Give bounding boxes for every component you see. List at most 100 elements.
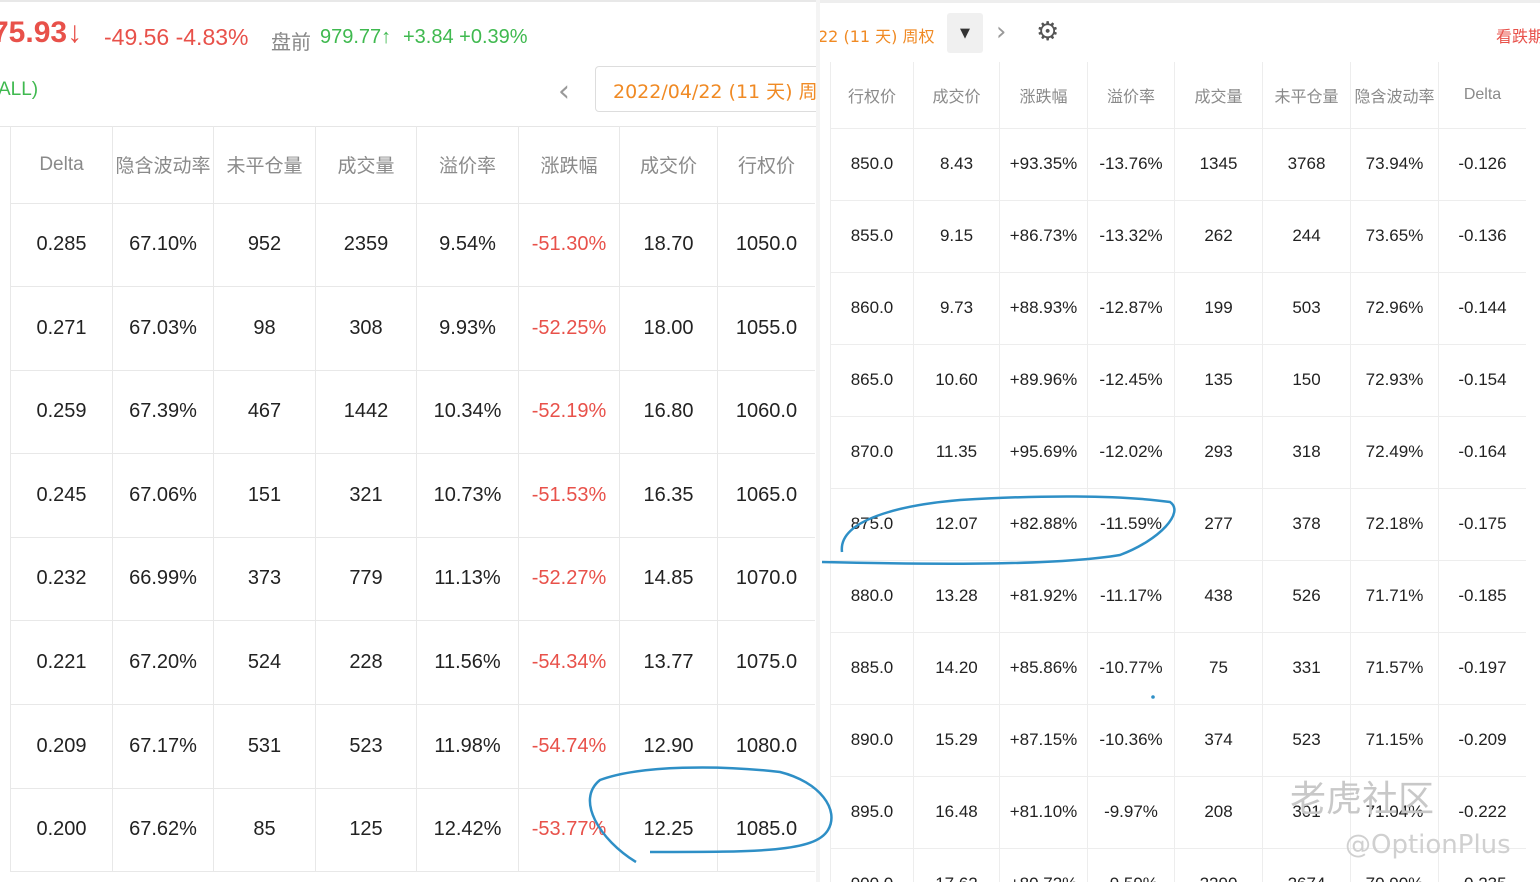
table-row[interactable]: 0.285 67.10% 952 2359 9.54% -51.30% 18.70 1050.…: [10, 203, 815, 287]
premarket-change: +3.84 +0.39%: [403, 26, 528, 48]
table-row[interactable]: 850.0 8.43 +93.35% -13.76% 1345 3768 73.94% -0.…: [830, 128, 1526, 201]
puts-label[interactable]: 看跌期: [1496, 23, 1540, 47]
table-header: 行权价 成交价 涨跌幅 溢价率 成交量 未平仓量 隐含波动率 Delta: [830, 62, 1526, 129]
table-cell: +85.86%: [999, 632, 1087, 704]
table-cell: 16.80: [619, 370, 717, 454]
column-header[interactable]: 隐含波动率: [112, 126, 213, 203]
table-row[interactable]: 890.0 15.29 +87.15% -10.36% 374 523 71.15% -0.2…: [830, 704, 1526, 777]
table-cell: 67.03%: [112, 286, 213, 370]
put-toolbar: 22 (11 天) 周权 ▼ › ⚙ 看跌期: [820, 0, 1540, 65]
table-cell: 85: [213, 788, 315, 872]
table-cell: 2674: [1262, 848, 1350, 882]
table-cell: 293: [1174, 416, 1262, 488]
column-header[interactable]: 行权价: [717, 126, 815, 203]
table-cell: 73.65%: [1350, 200, 1438, 272]
table-row[interactable]: 0.271 67.03% 98 308 9.93% -52.25% 18.00 1055.0: [10, 286, 815, 371]
table-cell: 11.98%: [416, 704, 518, 788]
quote-bar: 75.93↓ -49.56 -4.83% 盘前 979.77↑ +3.84 +0…: [0, 0, 820, 72]
table-cell: 16.48: [913, 776, 999, 848]
table-cell: -13.32%: [1087, 200, 1174, 272]
table-cell: 1055.0: [717, 286, 815, 370]
table-row[interactable]: 885.0 14.20 +85.86% -10.77% 75 331 71.57% -0.19…: [830, 632, 1526, 705]
table-row[interactable]: 880.0 13.28 +81.92% -11.17% 438 526 71.71% -0.1…: [830, 560, 1526, 633]
table-cell: 199: [1174, 272, 1262, 344]
column-header[interactable]: 未平仓量: [1262, 62, 1350, 128]
table-cell: 14.20: [913, 632, 999, 704]
table-cell: 331: [1262, 632, 1350, 704]
column-header[interactable]: 涨跌幅: [999, 62, 1087, 128]
column-header[interactable]: 溢价率: [416, 126, 518, 203]
column-header[interactable]: 行权价: [830, 62, 913, 128]
column-header[interactable]: Delta: [10, 126, 112, 203]
table-cell: 135: [1174, 344, 1262, 416]
table-row[interactable]: 0.209 67.17% 531 523 11.98% -54.74% 12.90 1080.…: [10, 704, 815, 789]
expiry-label[interactable]: 22 (11 天) 周权: [820, 23, 934, 47]
table-header: Delta 隐含波动率 未平仓量 成交量 溢价率 涨跌幅 成交价 行权价: [10, 126, 815, 204]
table-cell: 531: [213, 704, 315, 788]
table-cell: 15.29: [913, 704, 999, 776]
table-cell: 17.62: [913, 848, 999, 882]
table-cell: 378: [1262, 488, 1350, 560]
gear-icon[interactable]: ⚙: [1036, 17, 1059, 47]
table-cell: +81.92%: [999, 560, 1087, 632]
table-cell: 75: [1174, 632, 1262, 704]
next-expiry-icon[interactable]: ›: [996, 17, 1006, 47]
table-cell: 9.54%: [416, 203, 518, 286]
filter-all-tab[interactable]: ALL): [0, 79, 38, 101]
column-header[interactable]: 成交量: [1174, 62, 1262, 128]
table-cell: 1060.0: [717, 370, 815, 454]
table-row[interactable]: 0.221 67.20% 524 228 11.56% -54.34% 13.77 1075.…: [10, 621, 815, 705]
table-cell: -11.59%: [1087, 488, 1174, 560]
table-cell: 2290: [1174, 848, 1262, 882]
table-cell: 125: [315, 788, 416, 872]
table-cell: 71.71%: [1350, 560, 1438, 632]
table-cell: 12.90: [619, 704, 717, 788]
table-cell: -12.45%: [1087, 344, 1174, 416]
table-cell: -9.59%: [1087, 848, 1174, 882]
table-row[interactable]: 860.0 9.73 +88.93% -12.87% 199 503 72.96% -0.14…: [830, 272, 1526, 345]
table-cell: 10.34%: [416, 370, 518, 454]
table-cell: 72.18%: [1350, 488, 1438, 560]
column-header[interactable]: 成交量: [315, 126, 416, 203]
table-row[interactable]: 0.232 66.99% 373 779 11.13% -52.27% 14.85 1070.…: [10, 537, 815, 622]
table-cell: 9.93%: [416, 286, 518, 370]
expiry-selector[interactable]: 2022/04/22 (11 天) 周权: [595, 66, 820, 112]
expiry-dropdown-icon[interactable]: ▼: [947, 13, 983, 53]
table-cell: 890.0: [830, 704, 913, 776]
table-row[interactable]: 865.0 10.60 +89.96% -12.45% 135 150 72.93% -0.1…: [830, 344, 1526, 417]
column-header[interactable]: 涨跌幅: [518, 126, 619, 203]
table-cell: 1085.0: [717, 788, 815, 872]
table-cell: 880.0: [830, 560, 913, 632]
table-cell: 11.13%: [416, 537, 518, 621]
table-cell: 98: [213, 286, 315, 370]
table-cell: 73.94%: [1350, 128, 1438, 200]
table-cell: 12.07: [913, 488, 999, 560]
call-chain-panel: 75.93↓ -49.56 -4.83% 盘前 979.77↑ +3.84 +0…: [0, 0, 820, 882]
table-cell: 11.35: [913, 416, 999, 488]
table-row[interactable]: 870.0 11.35 +95.69% -12.02% 293 318 72.49% -0.1…: [830, 416, 1526, 489]
table-row[interactable]: 875.0 12.07 +82.88% -11.59% 277 378 72.18% -0.1…: [830, 488, 1526, 561]
table-cell: 11.56%: [416, 621, 518, 704]
column-header[interactable]: 未平仓量: [213, 126, 315, 203]
table-row[interactable]: 0.200 67.62% 85 125 12.42% -53.77% 12.25 1085.0: [10, 788, 815, 873]
column-header[interactable]: 成交价: [619, 126, 717, 203]
table-row[interactable]: 0.245 67.06% 151 321 10.73% -51.53% 16.35 1065.…: [10, 453, 815, 538]
column-header[interactable]: 隐含波动率: [1350, 62, 1438, 128]
table-cell: 12.42%: [416, 788, 518, 872]
table-cell: +89.96%: [999, 344, 1087, 416]
table-cell: 0.200: [10, 788, 112, 872]
table-row[interactable]: 0.259 67.39% 467 1442 10.34% -52.19% 16.80 1060…: [10, 370, 815, 455]
table-cell: 467: [213, 370, 315, 454]
table-cell: 523: [1262, 704, 1350, 776]
table-cell: -0.175: [1438, 488, 1526, 560]
table-row[interactable]: 855.0 9.15 +86.73% -13.32% 262 244 73.65% -0.13…: [830, 200, 1526, 273]
table-cell: -0.144: [1438, 272, 1526, 344]
column-header[interactable]: Delta: [1438, 62, 1526, 128]
last-price: 75.93↓: [0, 16, 83, 49]
prev-expiry-icon[interactable]: ‹: [558, 74, 570, 109]
table-cell: 0.271: [10, 286, 112, 370]
table-cell: 228: [315, 621, 416, 704]
column-header[interactable]: 溢价率: [1087, 62, 1174, 128]
column-header[interactable]: 成交价: [913, 62, 999, 128]
table-cell: 900.0: [830, 848, 913, 882]
